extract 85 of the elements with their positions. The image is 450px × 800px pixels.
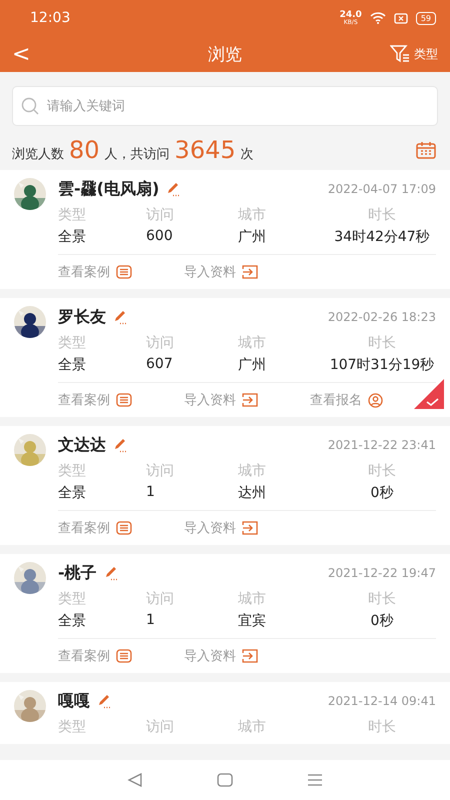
column-value: 达州 — [238, 484, 267, 502]
column-value: 0秒 — [370, 484, 394, 502]
column-label: 类型 — [58, 334, 87, 352]
visit-date: 2021-12-14 09:41 — [328, 694, 436, 708]
visit-date: 2022-02-26 18:23 — [328, 310, 436, 324]
import-icon — [242, 649, 258, 663]
column-value: 107时31分19秒 — [328, 356, 436, 374]
column-label: 时长 — [367, 590, 397, 608]
column-label: 城市 — [238, 590, 267, 608]
action-link[interactable]: 导入资料 — [184, 391, 310, 409]
status-time: 12:03 — [30, 10, 72, 26]
list-icon — [116, 393, 132, 407]
action-link[interactable]: 查看案例 — [58, 647, 184, 665]
user-icon — [368, 392, 383, 408]
wifi-icon — [370, 12, 386, 24]
visit-date: 2021-12-22 23:41 — [328, 438, 436, 452]
column-value: 34时42分47秒 — [333, 228, 431, 246]
column-label: 访问 — [146, 590, 175, 608]
battery-level: 59 — [416, 12, 436, 24]
edit-icon[interactable] — [112, 309, 128, 325]
column-value: 宜宾 — [238, 612, 267, 630]
column-value: 600 — [146, 228, 174, 246]
column-label: 类型 — [58, 590, 87, 608]
visitor-name: 罗长友 — [58, 306, 106, 328]
home-nav-icon[interactable] — [217, 773, 233, 787]
back-nav-icon[interactable] — [127, 773, 143, 787]
visit-date: 2021-12-22 19:47 — [328, 566, 436, 580]
sim-icon — [394, 12, 408, 24]
edit-icon[interactable] — [165, 181, 182, 197]
visitor-name: 雲-飝(电风扇) — [58, 178, 160, 200]
action-link[interactable]: 查看案例 — [58, 519, 184, 537]
column-label: 访问 — [146, 462, 175, 480]
edit-icon[interactable] — [96, 693, 112, 709]
edit-icon[interactable] — [112, 437, 128, 453]
column-value: 广州 — [238, 228, 267, 246]
list-icon — [116, 521, 132, 535]
action-link[interactable]: 导入资料 — [184, 263, 310, 281]
column-value: 1 — [146, 484, 156, 502]
import-icon — [242, 521, 258, 535]
column-label: 访问 — [146, 334, 175, 352]
list-icon — [116, 649, 132, 663]
column-label: 城市 — [238, 462, 267, 480]
action-link[interactable]: 导入资料 — [184, 647, 310, 665]
column-label: 访问 — [146, 206, 175, 224]
column-value: 607 — [146, 356, 174, 374]
column-value: 1 — [146, 612, 156, 630]
column-value: 0秒 — [370, 612, 394, 630]
column-value: 全景 — [58, 484, 87, 502]
action-link[interactable]: 查看案例 — [58, 263, 184, 281]
menu-icon[interactable] — [307, 773, 323, 787]
column-label: 城市 — [238, 334, 267, 352]
page-title: 浏览 — [208, 44, 242, 66]
filter-button[interactable]: 类型 — [390, 45, 438, 63]
column-value: 广州 — [238, 356, 267, 374]
back-button[interactable]: < — [12, 42, 30, 66]
column-label: 时长 — [367, 334, 397, 352]
visitor-name: 文达达 — [58, 434, 106, 456]
column-label: 类型 — [58, 718, 87, 736]
column-label: 时长 — [367, 462, 397, 480]
import-icon — [242, 393, 258, 407]
visit-date: 2022-04-07 17:09 — [328, 182, 436, 196]
column-value: 全景 — [58, 228, 87, 246]
visit-summary: 浏览人数 80 人，共访问 3645 次 — [12, 136, 255, 164]
action-link[interactable]: 导入资料 — [184, 519, 310, 537]
column-value: 全景 — [58, 356, 87, 374]
calendar-icon[interactable] — [416, 141, 436, 159]
action-link[interactable]: 查看案例 — [58, 391, 184, 409]
column-label: 时长 — [367, 718, 397, 736]
filter-icon — [390, 45, 410, 63]
network-speed: 24.0 — [340, 10, 362, 20]
column-label: 城市 — [238, 718, 267, 736]
search-box[interactable]: 请输入关键词 — [12, 86, 438, 126]
action-link[interactable]: 查看报名 — [310, 391, 383, 409]
visitor-name: -桃子 — [58, 562, 97, 584]
column-label: 访问 — [146, 718, 175, 736]
column-label: 类型 — [58, 206, 87, 224]
import-icon — [242, 265, 258, 279]
column-value: 全景 — [58, 612, 87, 630]
column-label: 类型 — [58, 462, 87, 480]
search-icon — [21, 97, 39, 115]
search-field[interactable]: 请输入关键词 — [45, 98, 429, 114]
column-label: 时长 — [367, 206, 397, 224]
visitor-name: 嘎嘎 — [58, 690, 90, 712]
list-icon — [116, 265, 132, 279]
column-label: 城市 — [238, 206, 267, 224]
